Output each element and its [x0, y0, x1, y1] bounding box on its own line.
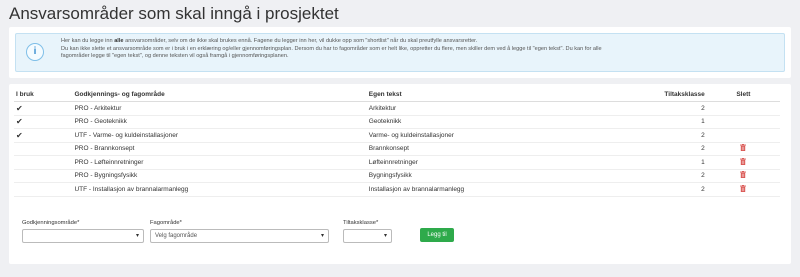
table-header-row: I bruk Godkjennings- og fagområde Egen t… [14, 88, 780, 102]
in-use-cell: ✔ [14, 128, 73, 143]
delete-cell [706, 155, 780, 170]
info-panel: i Her kan du legge inn alle ansvarsområd… [9, 27, 791, 78]
chevron-down-icon: ▾ [383, 233, 387, 239]
approval-area-cell: PRO - Arkitektur [72, 101, 367, 116]
table-row: PRO - Løfteinnretninger Løfteinnretninger… [14, 155, 780, 170]
chevron-down-icon: ▾ [320, 233, 324, 239]
measure-class-cell: 2 [633, 142, 707, 156]
in-use-cell: ✔ [14, 101, 73, 116]
delete-cell [706, 169, 780, 183]
approval-area-cell: UTF - Installasjon av brannalarmanlegg [72, 182, 367, 197]
info-alert: i Her kan du legge inn alle ansvarsområd… [15, 33, 785, 72]
chevron-down-icon: ▾ [135, 233, 139, 239]
table-row: ✔ PRO - Geoteknikk Geoteknikk 1 [14, 115, 780, 129]
col-header-delete: Slett [706, 88, 780, 102]
table-row: UTF - Installasjon av brannalarmanlegg In… [14, 182, 780, 197]
in-use-cell: ✔ [14, 115, 73, 129]
page-title: Ansvarsområder som skal inngå i prosjekt… [9, 4, 339, 23]
measure-class-cell: 2 [633, 128, 707, 143]
approval-area-cell: UTF - Varme- og kuldeinstallasjoner [72, 128, 367, 143]
approval-area-field: Godkjenningsområde* ▾ [22, 220, 144, 243]
responsibility-table: I bruk Godkjennings- og fagområde Egen t… [14, 88, 780, 197]
responsibility-panel: I bruk Godkjennings- og fagområde Egen t… [9, 84, 791, 264]
delete-cell [706, 101, 780, 116]
measure-class-cell: 1 [633, 155, 707, 170]
add-button[interactable]: Legg til [420, 228, 454, 242]
approval-area-cell: PRO - Bygningsfysikk [72, 169, 367, 183]
table-row: PRO - Bygningsfysikk Bygningsfysikk 2 [14, 169, 780, 183]
measure-class-select[interactable]: ▾ [343, 229, 392, 243]
trash-icon[interactable] [740, 157, 747, 165]
measure-class-cell: 1 [633, 115, 707, 129]
info-line-3: fagområder legge til "egen tekst", og de… [61, 53, 289, 60]
delete-cell [706, 142, 780, 156]
col-header-measure-class: Tiltaksklasse [633, 88, 707, 102]
approval-area-cell: PRO - Løfteinnretninger [72, 155, 367, 170]
custom-text-cell: Installasjon av brannalarmanlegg [366, 182, 634, 197]
delete-cell [706, 182, 780, 197]
info-text: Her kan du legge inn alle ansvarsområder… [61, 38, 776, 61]
measure-class-cell: 2 [633, 169, 707, 183]
measure-class-label: Tiltaksklasse* [343, 220, 379, 226]
table-row: ✔ UTF - Varme- og kuldeinstallasjoner Varm… [14, 128, 780, 143]
delete-cell [706, 115, 780, 129]
in-use-cell [14, 169, 73, 183]
table-row: ✔ PRO - Arkitektur Arkitektur 2 [14, 101, 780, 116]
custom-text-cell: Varme- og kuldeinstallasjoner [366, 128, 634, 143]
subject-area-field: Fagområde* Velg fagområde ▾ [150, 220, 329, 243]
info-icon: i [26, 43, 44, 61]
checkmark-icon: ✔ [16, 130, 23, 140]
in-use-cell [14, 155, 73, 170]
in-use-cell [14, 182, 73, 197]
approval-area-label: Godkjenningsområde* [22, 220, 80, 226]
measure-class-cell: 2 [633, 182, 707, 197]
measure-class-cell: 2 [633, 101, 707, 116]
delete-cell [706, 128, 780, 143]
custom-text-cell: Bygningsfysikk [366, 169, 634, 183]
info-line-1: Her kan du legge inn alle ansvarsområder… [61, 38, 478, 44]
col-header-approval-area: Godkjennings- og fagområde [72, 88, 367, 102]
checkmark-icon: ✔ [16, 103, 23, 113]
measure-class-field: Tiltaksklasse* ▾ [343, 220, 392, 243]
approval-area-cell: PRO - Brannkonsept [72, 142, 367, 156]
approval-area-select[interactable]: ▾ [22, 229, 144, 243]
col-header-in-use: I bruk [14, 88, 73, 102]
custom-text-cell: Arkitektur [366, 101, 634, 116]
checkmark-icon: ✔ [16, 117, 23, 127]
subject-area-label: Fagområde* [150, 220, 182, 226]
trash-icon[interactable] [740, 144, 747, 152]
approval-area-cell: PRO - Geoteknikk [72, 115, 367, 129]
table-row: PRO - Brannkonsept Brannkonsept 2 [14, 142, 780, 156]
trash-icon[interactable] [740, 171, 747, 179]
custom-text-cell: Brannkonsept [366, 142, 634, 156]
in-use-cell [14, 142, 73, 156]
custom-text-cell: Løfteinnretninger [366, 155, 634, 170]
subject-area-select[interactable]: Velg fagområde ▾ [150, 229, 329, 243]
trash-icon[interactable] [740, 184, 747, 192]
custom-text-cell: Geoteknikk [366, 115, 634, 129]
col-header-custom-text: Egen tekst [366, 88, 634, 102]
